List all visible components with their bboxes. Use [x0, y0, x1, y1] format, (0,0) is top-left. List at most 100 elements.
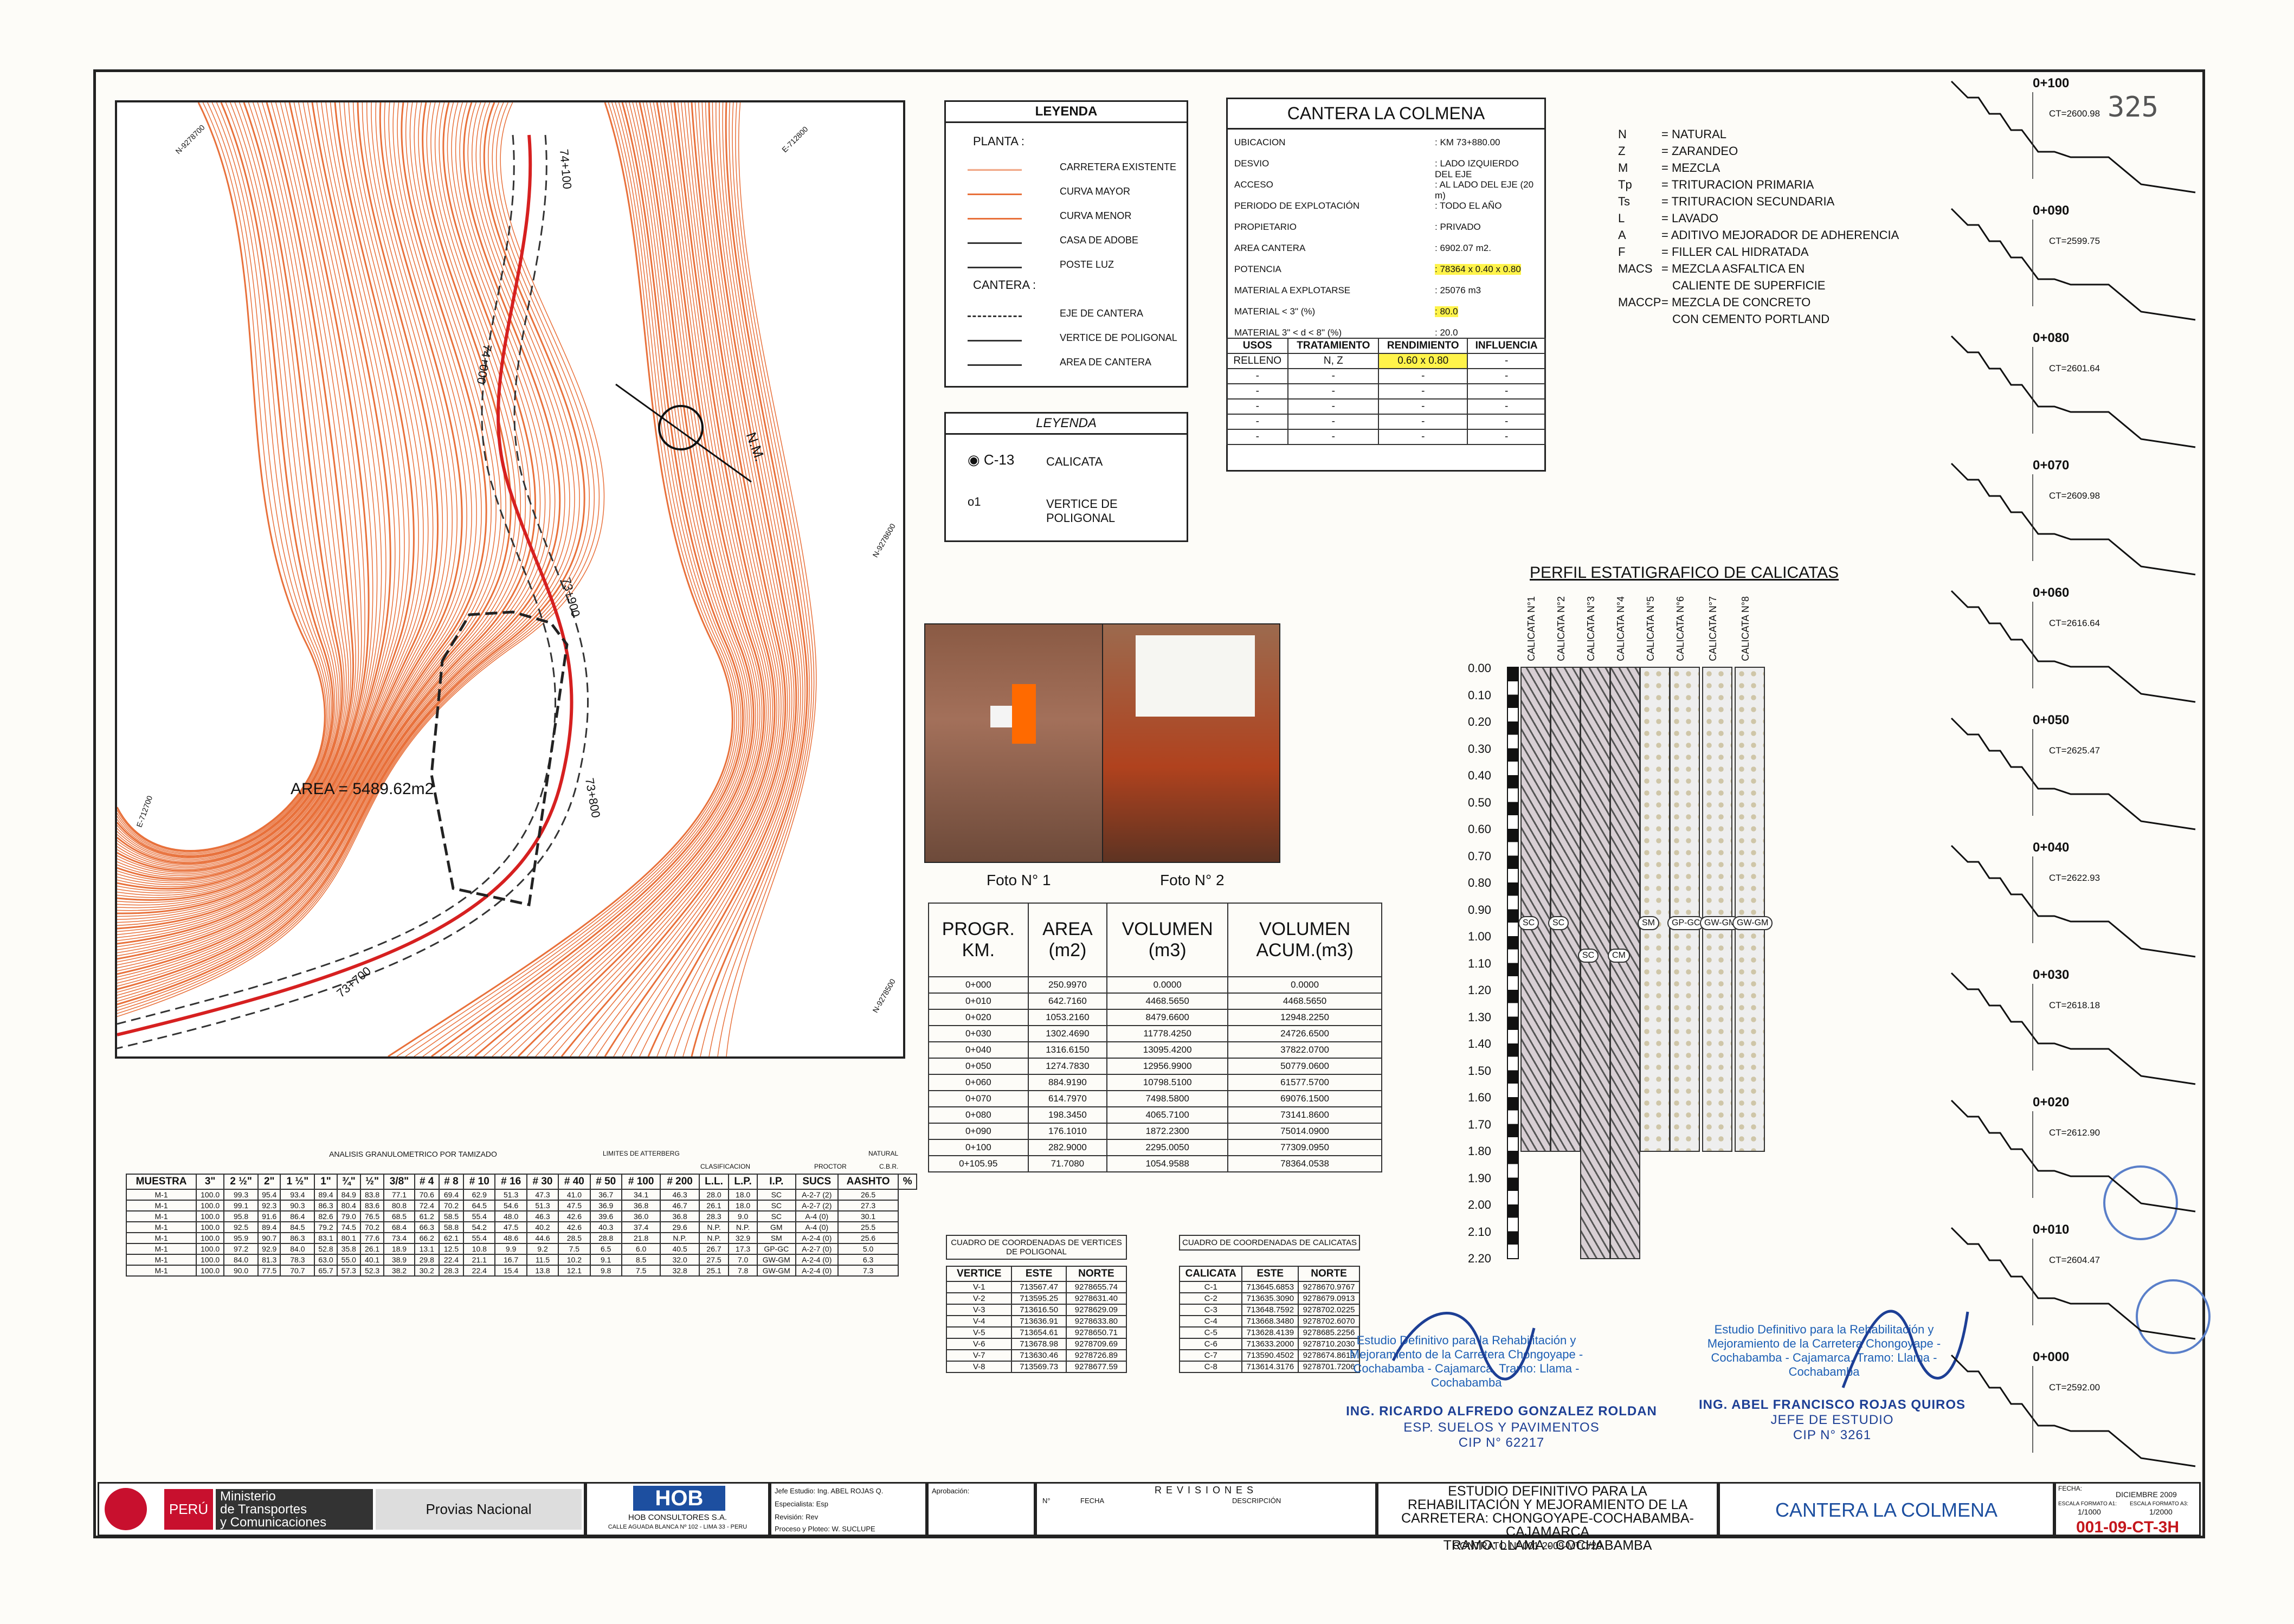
revisions-block: REVISIONES N° FECHA DESCRIPCIÓN [1035, 1482, 1377, 1536]
quarry-info-row: MATERIAL < 3" (%): 80.0 [1234, 306, 1458, 317]
depth-scale-bar [1507, 667, 1519, 1259]
uses-header: INFLUENCIA [1467, 338, 1546, 354]
area-label: AREA = 5489.62m2 [291, 780, 434, 798]
table-row: ---- [1226, 429, 1546, 445]
quarry-area-icon [968, 364, 1022, 366]
cross-section: 0+070 CT=2609.98 [1946, 458, 2201, 585]
calicata-header: CALICATA N°3 [1586, 596, 1596, 661]
quarry-title: CANTERA LA COLMENA [1228, 99, 1544, 130]
cross-section: 0+080 CT=2601.64 [1946, 331, 2201, 458]
depth-label: 0.80 [1468, 876, 1491, 890]
depth-label: 0.60 [1468, 822, 1491, 836]
depth-label: 1.00 [1468, 930, 1491, 943]
table-row: ---- [1226, 383, 1546, 399]
company-address: CALLE AGUADA BLANCA Nº 102 - LIMA 33 - P… [608, 1524, 748, 1530]
soil-column [1640, 667, 1670, 1152]
cross-section: 0+100 CT=2600.98 [1946, 76, 2201, 203]
table-row: 0+000 250.9970 0.0000 0.0000 [928, 976, 1382, 994]
contract-number: CONTRATO Nº 001-2009-MTC/20 [1453, 1541, 1602, 1551]
sheet-title-block: CANTERA LA COLMENA [1718, 1482, 2054, 1536]
stratigraphic-profile: CALICATA N°1 CALICATA N°2 CALICATA N°3 CALI… [1464, 596, 1843, 1265]
photo-1 [924, 623, 1104, 863]
soil-column [1550, 667, 1581, 1152]
worker-vest [1012, 684, 1036, 744]
legend-box-secondary: LEYENDA ◉ C-13 CALICATA o1 VERTICE DE PO… [944, 412, 1188, 542]
legend-title: LEYENDA [946, 102, 1187, 123]
cross-section: 0+050 CT=2625.47 [1946, 713, 2201, 840]
company-name: HOB CONSULTORES S.A. [628, 1513, 727, 1522]
table-row: V-1 713567.47 9278655.74 [945, 1281, 1127, 1293]
table-row: 0+105.95 71.7080 1054.9588 78364.0538 [928, 1155, 1382, 1172]
signature-scribble [1391, 1312, 1536, 1381]
cross-section: 0+040 CT=2622.93 [1946, 840, 2201, 968]
right-signer-role: JEFE DE ESTUDIO [1770, 1413, 1894, 1427]
soil-column [1670, 667, 1700, 1152]
quarry-info-row: UBICACION: KM 73+880.00 [1234, 137, 1500, 147]
polygon-vertex-icon [968, 340, 1022, 341]
left-signer-cip: CIP N° 62217 [1458, 1435, 1545, 1450]
lab-classification: CLASIFICACION [700, 1163, 751, 1170]
vertex-symbol: o1 [968, 495, 981, 508]
right-signer-name: ING. ABEL FRANCISCO ROJAS QUIROS [1698, 1397, 1966, 1412]
table-row: V-8 713569.73 9278677.59 [945, 1361, 1127, 1373]
sign-board [1136, 635, 1255, 717]
depth-label: 0.50 [1468, 795, 1491, 809]
sheet-title: CANTERA LA COLMENA [1775, 1499, 1998, 1521]
approval-block: Aprobación: [927, 1482, 1035, 1536]
table-row: ---- [1226, 398, 1546, 415]
road-line-icon [968, 169, 1022, 171]
quarry-info-row: POTENCIA: 78364 x 0.40 x 0.80 [1234, 264, 1521, 275]
calicata-label: CALICATA [1046, 455, 1103, 468]
depth-label: 0.90 [1468, 903, 1491, 917]
quarry-axis-icon [968, 315, 1022, 317]
table-row: C-2 713635.3090 9278679.0913 [1178, 1292, 1360, 1305]
quarry-info-row: DESVIO: LADO IZQUIERDO DEL EJE [1234, 158, 1519, 179]
table-row: V-3 713616.50 9278629.09 [945, 1304, 1127, 1316]
quarry-info-row: MATERIAL A EXPLOTARSE: 25076 m3 [1234, 285, 1481, 295]
depth-label: 1.40 [1468, 1037, 1491, 1051]
quarry-info-row: PROPIETARIO: PRIVADO [1234, 222, 1481, 232]
table-row: C-8 713614.3176 9278701.7206 [1178, 1361, 1360, 1373]
lab-cbr: C.B.R. [879, 1163, 899, 1170]
uses-header: RENDIMIENTO [1378, 338, 1468, 354]
company-logo: HOB [633, 1486, 725, 1511]
depth-label: 1.20 [1468, 983, 1491, 997]
depth-label: 1.60 [1468, 1091, 1491, 1104]
table-row: V-6 713678.98 9278709.69 [945, 1338, 1127, 1350]
photo-2-caption: Foto N° 2 [1160, 872, 1225, 888]
depth-label: 0.20 [1468, 715, 1491, 729]
volume-header: AREA (m2) [1027, 903, 1108, 977]
lab-natural: NATURAL [868, 1150, 899, 1157]
depth-label: 1.10 [1468, 956, 1491, 970]
calicata-header: CALICATA N°4 [1615, 596, 1626, 661]
table-row: V-2 713595.25 9278631.40 [945, 1292, 1127, 1305]
depth-label: 0.10 [1468, 688, 1491, 702]
table-row: M-1 100.0 97.2 92.9 84.0 52.8 35.8 26.1 18.9 13.1… [125, 1243, 917, 1255]
table-row: M-1 100.0 95.9 90.7 86.3 83.1 80.1 77.6 73.4 66.2… [125, 1232, 917, 1244]
soil-column [1702, 667, 1732, 1152]
vertex-label: VERTICE DE POLIGONAL [1046, 497, 1118, 525]
left-signer-name: ING. RICARDO ALFREDO GONZALEZ ROLDAN [1346, 1404, 1657, 1419]
volume-header: VOLUMEN ACUM.(m3) [1227, 903, 1382, 977]
calicata-header: CALICATA N°6 [1675, 596, 1686, 661]
vertices-title: CUADRO DE COORDENADAS DE VERTICES DE POL… [946, 1235, 1127, 1260]
table-row: M-1 100.0 92.5 89.4 84.5 79.2 74.5 70.2 68.4 66.3… [125, 1221, 917, 1233]
table-row: 0+050 1274.7830 12956.9900 50779.0600 [928, 1058, 1382, 1075]
calicata-header: CALICATA N°5 [1645, 596, 1656, 661]
table-row: 0+080 198.3450 4065.7100 73141.8600 [928, 1106, 1382, 1124]
profile-title: PERFIL ESTATIGRAFICO DE CALICATAS [1530, 564, 1839, 582]
table-row: M-1 100.0 90.0 77.5 70.7 65.7 57.3 52.3 38.2 30.2… [125, 1265, 917, 1277]
jefe-name: Ing. ABEL ROJAS Q. [817, 1487, 884, 1495]
volume-header: PROGR. KM. [928, 903, 1029, 977]
scale-block: FECHA: DICIEMBRE 2009 ESCALA FORMATO A1:… [2054, 1482, 2201, 1536]
soil-tag: SC [1578, 948, 1599, 963]
soil-tag: GW-GM [1732, 916, 1773, 931]
soil-tag: SC [1518, 916, 1539, 931]
contour-map-svg [117, 102, 817, 1056]
lab-limits: LIMITES DE ATTERBERG [603, 1150, 680, 1157]
table-row: ---- [1226, 368, 1546, 384]
soil-tag: GP-GC [1667, 916, 1705, 931]
personnel-block: Jefe Estudio: Ing. ABEL ROJAS Q. Especia… [770, 1482, 927, 1536]
table-row: C-5 713628.4139 9278685.2256 [1178, 1326, 1360, 1339]
depth-label: 1.70 [1468, 1117, 1491, 1131]
